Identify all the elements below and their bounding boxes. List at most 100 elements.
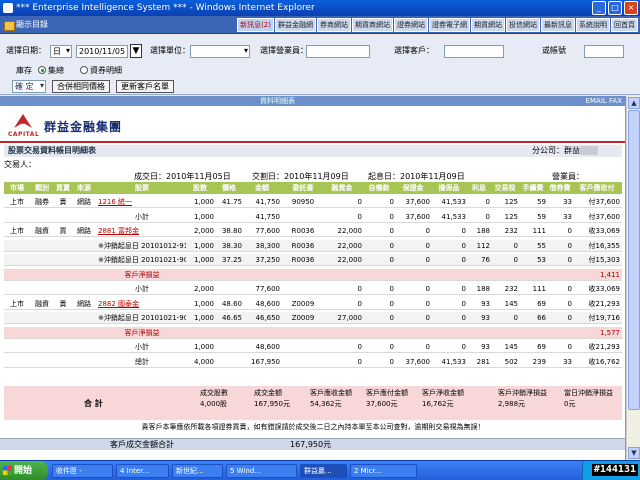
taskbar-item[interactable]: 4 Inter... [116,464,169,478]
vertical-scrollbar[interactable]: ▲ ▼ [626,96,640,460]
radio-all[interactable]: 集總 [38,63,64,79]
inventory-label: 庫存 [16,66,32,75]
table-cell: 125 [504,212,518,221]
table-cell: 0 [461,299,466,308]
table-cell: 0 [389,314,394,322]
table-cell: 0 [567,343,572,351]
taskbar-item[interactable]: 5 Wind... [226,464,297,478]
table-cell [72,269,96,281]
menu-item[interactable]: 群益金融網 [275,18,316,32]
taskbar-item[interactable]: 收件匣 - [52,464,113,478]
menu-item[interactable]: 回首頁 [611,18,638,32]
table-cell: 53 [537,256,546,264]
home-menu-link[interactable]: 顯示目錄 [4,18,48,32]
account-input[interactable] [584,45,624,58]
menu-item[interactable]: 證券網站 [394,18,428,32]
menu-item[interactable]: 期貨商網站 [352,18,393,32]
radio-detail-dot[interactable] [80,65,88,74]
close-button[interactable]: × [624,1,638,15]
logo-cn: 群益金融集團 [44,120,123,134]
table-cell [30,356,54,368]
grand-total-value: 0元 [564,400,576,408]
table-cell [6,312,28,324]
table-cell: 付37,600 [588,198,621,206]
scroll-up-icon[interactable]: ▲ [628,97,640,109]
table-cell: 1,577 [599,328,620,337]
unit-label: 選擇單位： [150,46,190,55]
menu-item[interactable]: 最新訊息 [541,18,575,32]
scroll-thumb[interactable] [628,110,640,410]
table-cell [6,211,28,223]
date-unit-select[interactable]: 日 [50,45,72,58]
broker-input[interactable] [306,45,370,58]
condition-select[interactable]: 確 定 [12,80,46,93]
stock-link[interactable]: 2882 國泰金 [98,298,186,310]
menu-item[interactable]: 證券電子網 [429,18,470,32]
table-cell: 188 [476,285,490,293]
menu-item[interactable]: 系統說明 [576,18,610,32]
column-header: 股數 [193,184,207,192]
table-cell: 0 [425,343,430,351]
table-cell: 小計 [135,343,149,351]
table-cell: 37,250 [255,256,281,264]
update-client-button[interactable]: 更新客戶名單 [116,80,174,93]
client-input[interactable] [444,45,504,58]
logo-divider [0,141,625,143]
table-cell [364,327,394,339]
table-cell: 0 [389,256,394,264]
table-row: 總計 4,000 167,950 0 0 37,600 41,533 281 502 239 33 收… [4,356,622,368]
table-cell: 37,600 [405,357,431,366]
table-cell: Z0009 [291,314,315,322]
table-cell: 客戶淨損益 [124,328,160,337]
report-top-center: 資料明細表 [260,97,295,105]
taskbar-item[interactable]: 新世紀... [172,464,223,478]
table-cell: 1,000 [193,299,214,308]
scroll-down-icon[interactable]: ▼ [628,447,640,459]
menu-item[interactable]: 期貨網站 [471,18,505,32]
taskbar-item[interactable]: 群益贏... [300,464,347,478]
table-cell: 232 [504,285,518,293]
email-fax-links[interactable]: EMAIL FAX [586,96,622,106]
date-input[interactable]: 2010/11/05 [76,45,128,58]
radio-all-dot[interactable] [38,65,46,74]
table-cell: 145 [504,299,518,308]
report-title-bar: 股票交易資料帳目明細表 分公司：群益 [4,145,622,157]
stock-link[interactable]: 1216 統一 [98,196,186,208]
menu-item[interactable]: 新訊息(2) [237,18,274,32]
stock-link[interactable]: 2881 富邦金 [98,225,186,237]
table-cell: 46.65 [221,314,242,322]
maximize-button[interactable]: □ [608,1,622,15]
table-cell: 37,600 [405,212,431,221]
radio-detail[interactable]: 資券明細 [80,63,122,79]
table-cell: 網路 [77,227,91,235]
taskbar-item[interactable]: 2 Micr... [350,464,417,478]
redacted-branch [580,146,598,155]
table-cell: 41,533 [441,357,467,366]
table-cell [286,341,320,353]
grand-total-value: 4,000股 [200,400,228,408]
table-cell [30,240,54,252]
table-cell: 0 [389,212,394,221]
table-cell: 0 [357,343,362,351]
minimize-button[interactable]: _ [592,1,606,15]
table-cell [72,240,96,252]
table-cell [492,327,518,339]
column-header: 利息 [472,184,486,192]
merge-price-button[interactable]: 合併相同價格 [52,80,110,93]
table-row: 上市 融資 賣 網路 2882 國泰金 1,000 48.60 48,600 Z0009 0 0 0 0… [4,298,622,310]
table-cell: 0 [461,256,466,264]
table-cell: 融券 [35,198,49,206]
table-cell: 22,000 [337,256,363,264]
menu-item[interactable]: 券商網站 [317,18,351,32]
date-label: 選擇日期： [6,46,46,55]
table-cell [244,269,280,281]
menu-item[interactable]: 投信網站 [506,18,540,32]
table-cell: 1,000 [193,256,214,264]
start-button[interactable]: 開始 [0,461,48,480]
unit-select[interactable] [190,45,250,58]
calendar-dropdown-icon[interactable]: ▼ [130,44,142,58]
table-cell: 0 [567,227,572,235]
table-cell: 41,533 [441,212,467,221]
table-cell: 0 [425,256,430,264]
table-cell: 22,000 [337,241,363,250]
